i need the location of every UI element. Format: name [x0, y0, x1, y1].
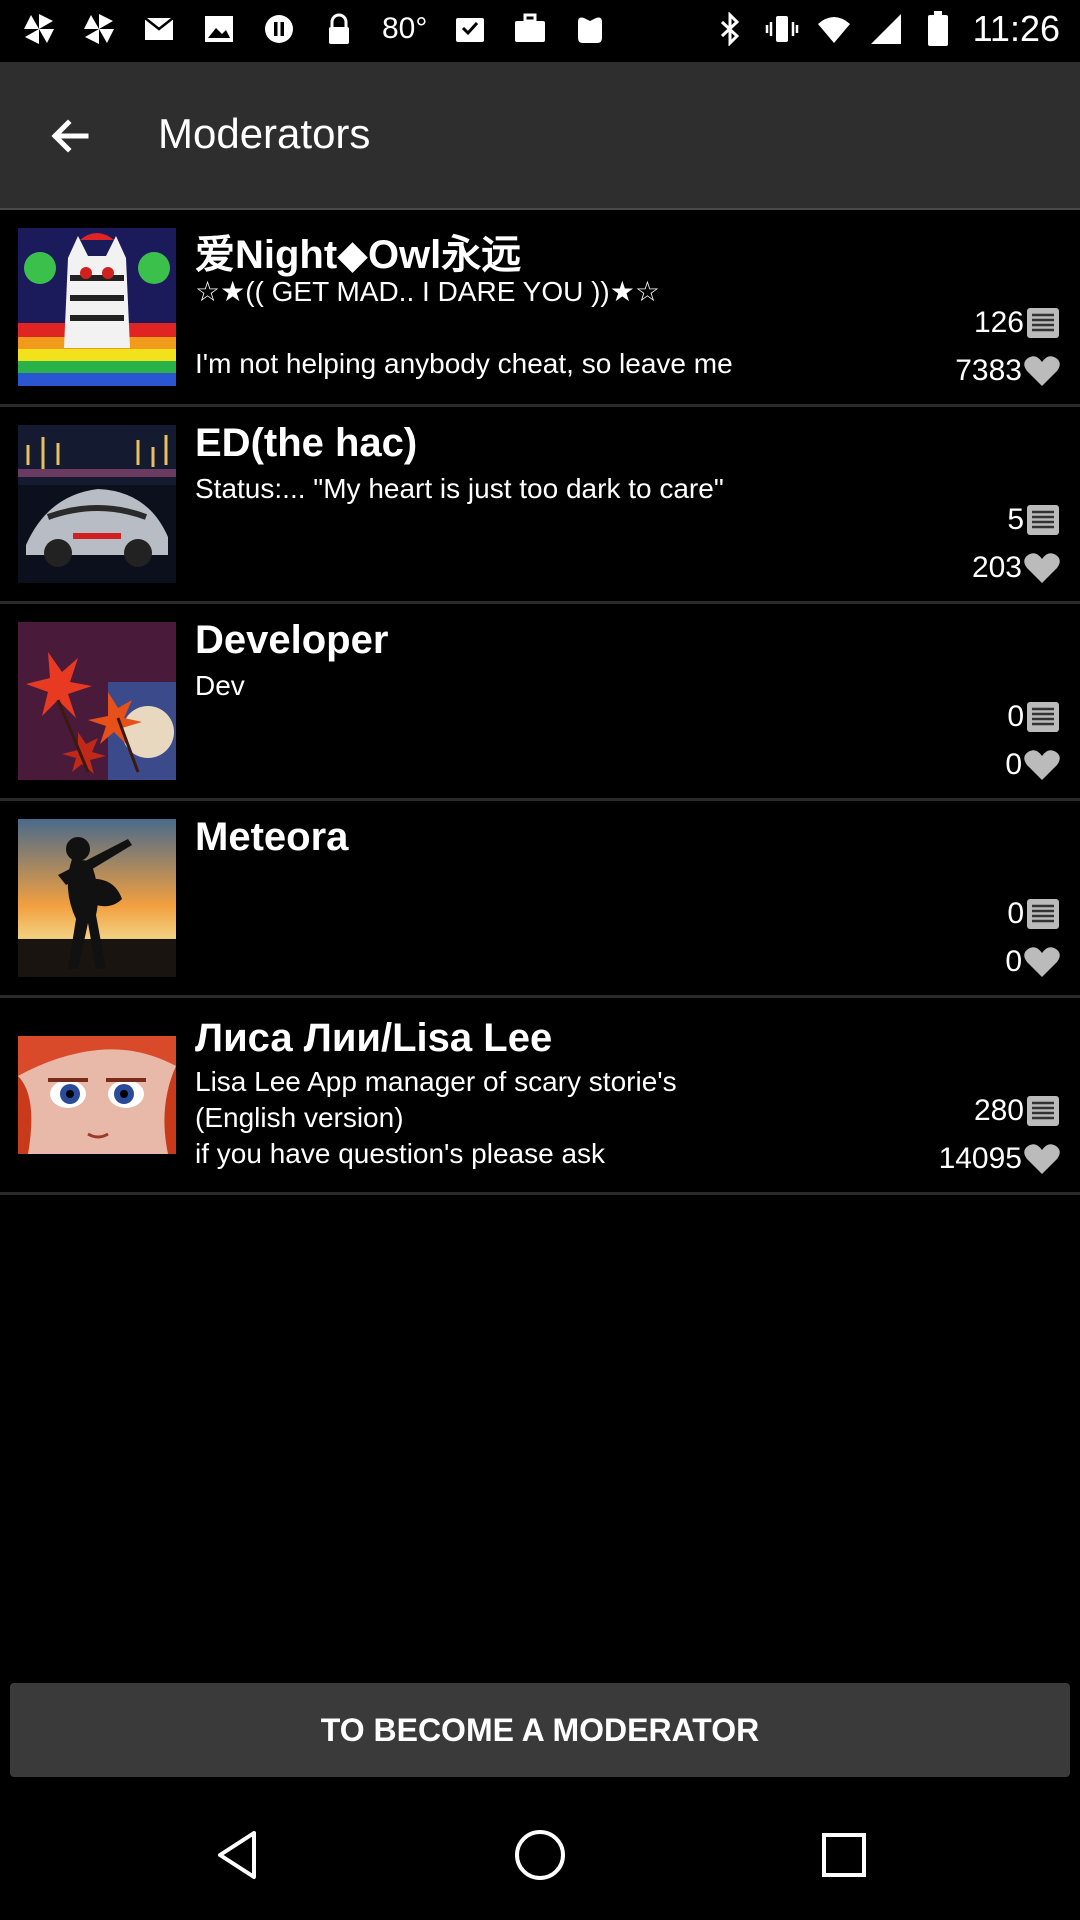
- list-icon: [1027, 899, 1059, 929]
- avatar: [18, 819, 176, 977]
- app-bar: Moderators: [0, 62, 1080, 210]
- heart-icon: [1024, 553, 1060, 583]
- posts-count: 5: [1007, 503, 1024, 536]
- avatar: [18, 228, 176, 386]
- likes-stat: 203: [972, 551, 1060, 585]
- page-title: Moderators: [158, 110, 371, 157]
- bag-icon: [573, 12, 607, 46]
- moderator-name: Developer: [195, 618, 389, 662]
- status-left: 80°: [22, 12, 607, 46]
- avatar: [18, 1036, 176, 1154]
- heart-icon: [1024, 947, 1060, 977]
- nav-home-button[interactable]: [508, 1823, 572, 1887]
- description-line: I'm not helping anybody cheat, so leave …: [195, 348, 733, 379]
- list-icon: [1027, 308, 1059, 338]
- temperature-text: 80°: [382, 12, 428, 45]
- moderator-description: Status:... "My heart is just too dark to…: [195, 471, 855, 507]
- posts-stat: 0: [1007, 897, 1060, 931]
- posts-stat: 5: [1007, 503, 1060, 537]
- moderator-name: Meteora: [195, 815, 349, 859]
- heart-icon: [1024, 1144, 1060, 1174]
- list-icon: [1027, 505, 1059, 535]
- moderator-description: ☆★(( GET MAD.. I DARE YOU ))★☆ I'm not h…: [195, 274, 855, 382]
- moderator-list: 爱Night◆Owl永远 ☆★(( GET MAD.. I DARE YOU )…: [0, 210, 1080, 1195]
- pinwheel-icon: [82, 12, 116, 46]
- become-moderator-button[interactable]: TO BECOME A MODERATOR: [10, 1683, 1070, 1777]
- description-line: Status:... "My heart is just too dark to…: [195, 473, 724, 504]
- nav-recents-button[interactable]: [812, 1823, 876, 1887]
- description-line: ☆★(( GET MAD.. I DARE YOU ))★☆: [195, 276, 660, 307]
- description-line: [195, 310, 855, 346]
- posts-stat: 0: [1007, 700, 1060, 734]
- posts-stat: 280: [974, 1094, 1060, 1128]
- description-line: (English version): [195, 1102, 404, 1133]
- likes-stat: 14095: [939, 1142, 1060, 1176]
- description-line: if you have question's please ask: [195, 1138, 606, 1169]
- moderator-row[interactable]: Лиса Лии/Lisa Lee Lisa Lee App manager o…: [0, 998, 1080, 1195]
- avatar: [18, 425, 176, 583]
- square-recents-icon: [822, 1833, 866, 1877]
- lock-icon: [322, 12, 356, 46]
- avatar: [18, 622, 176, 780]
- heart-icon: [1024, 356, 1060, 386]
- likes-count: 7383: [955, 354, 1022, 387]
- likes-stat: 0: [1005, 748, 1060, 782]
- nav-back-button[interactable]: [205, 1823, 269, 1887]
- navigation-bar: [0, 1790, 1080, 1920]
- triangle-back-icon: [218, 1831, 256, 1879]
- description-line: Lisa Lee App manager of scary storie's: [195, 1066, 677, 1097]
- posts-count: 126: [973, 306, 1024, 339]
- posts-count: 280: [973, 1094, 1024, 1127]
- pinwheel-icon: [22, 12, 56, 46]
- moderator-row[interactable]: ED(the hac) Status:... "My heart is just…: [0, 407, 1080, 604]
- moderator-row[interactable]: Developer Dev 0 0: [0, 604, 1080, 801]
- moderator-row[interactable]: Meteora 0 0: [0, 801, 1080, 998]
- likes-count: 0: [1005, 945, 1022, 978]
- moderator-description: Dev: [195, 668, 855, 704]
- briefcase-icon: [513, 12, 547, 46]
- moderator-name: 爱Night◆Owl永远: [195, 233, 522, 277]
- vibrate-icon: [765, 12, 799, 46]
- posts-count: 0: [1007, 897, 1024, 930]
- moderator-description: Lisa Lee App manager of scary storie's (…: [195, 1064, 855, 1172]
- bluetooth-icon: [713, 12, 747, 46]
- posts-stat: 126: [974, 306, 1060, 340]
- likes-count: 203: [971, 551, 1022, 584]
- arrow-left-icon: [51, 119, 89, 153]
- mail-icon: [142, 12, 176, 46]
- circle-home-icon: [515, 1830, 565, 1880]
- likes-stat: 7383: [955, 354, 1060, 388]
- likes-count: 0: [1005, 748, 1022, 781]
- moderator-name: Лиса Лии/Lisa Lee: [195, 1016, 553, 1060]
- list-icon: [1027, 702, 1059, 732]
- likes-count: 14095: [938, 1142, 1022, 1175]
- gallery-icon: [202, 12, 236, 46]
- circle-pause-icon: [262, 12, 296, 46]
- moderator-row[interactable]: 爱Night◆Owl永远 ☆★(( GET MAD.. I DARE YOU )…: [0, 210, 1080, 407]
- description-line: Dev: [195, 670, 245, 701]
- moderator-name: ED(the hac): [195, 421, 418, 465]
- battery-icon: [921, 11, 955, 46]
- list-icon: [1027, 1096, 1059, 1126]
- inbox-icon: [453, 12, 487, 46]
- heart-icon: [1024, 750, 1060, 780]
- signal-icon: [869, 12, 903, 46]
- status-bar: 80° 11:26: [0, 0, 1080, 62]
- posts-count: 0: [1007, 700, 1024, 733]
- clock-text: 11:26: [972, 8, 1060, 49]
- wifi-icon: [817, 12, 851, 46]
- status-right: 11:26: [713, 8, 1060, 50]
- likes-stat: 0: [1005, 945, 1060, 979]
- back-button[interactable]: [40, 106, 100, 166]
